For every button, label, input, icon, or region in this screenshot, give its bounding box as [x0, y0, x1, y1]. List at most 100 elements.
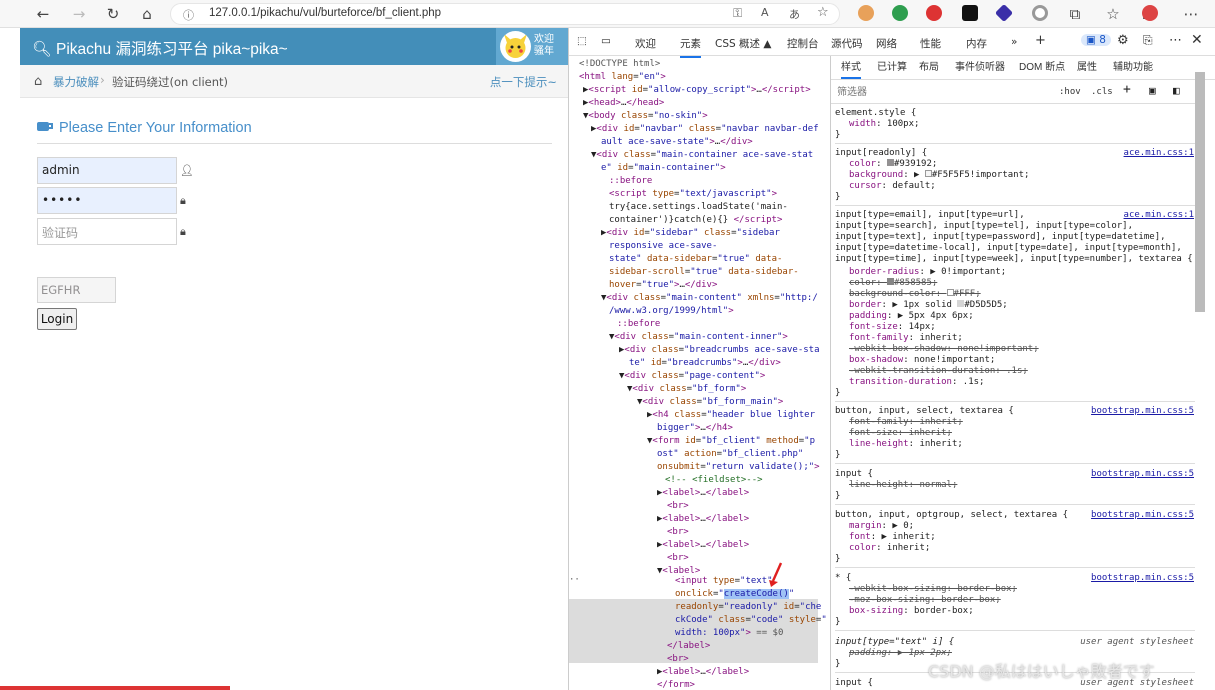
css-rule-text[interactable]: button, input, select, textarea { [835, 406, 1014, 417]
extensions-icon[interactable]: ⧉ [1064, 3, 1086, 25]
captcha-code-field[interactable]: EGFHR [37, 277, 116, 303]
tab-console[interactable]: 控制台 [787, 36, 819, 51]
css-rule-text[interactable]: } [835, 491, 840, 502]
dom-node[interactable]: bigger">…</h4> [657, 422, 733, 435]
source-link[interactable]: ace.min.css:1 [1124, 148, 1194, 159]
css-rule-text[interactable]: button, input, optgroup, select, textare… [835, 510, 1068, 521]
css-rule-text[interactable]: transition-duration: .1s; [849, 377, 984, 388]
add-rule-icon[interactable]: + [1123, 83, 1131, 96]
css-rule-text[interactable]: input[type=time], input[type=week], inpu… [835, 254, 1193, 265]
css-rule-text[interactable]: width: 100px; [849, 119, 919, 130]
dom-node[interactable]: ▶<head>…</head> [583, 97, 664, 110]
tab-performance[interactable]: 性能 [920, 36, 941, 51]
inspect-element-icon[interactable]: ⬚ [577, 35, 587, 47]
dom-node[interactable]: <br> [667, 500, 689, 513]
address-bar[interactable]: ⓘ 127.0.0.1/pikachu/vul/burteforce/bf_cl… [170, 3, 840, 25]
css-rule-text[interactable]: } [835, 130, 840, 141]
tab-dom-breakpoints[interactable]: DOM 断点 [1019, 62, 1065, 73]
settings-gear-icon[interactable]: ⚙ [1117, 33, 1129, 48]
dom-node[interactable]: responsive ace-save- [609, 240, 717, 253]
favorite-add-icon[interactable]: ☆ [817, 5, 829, 20]
back-icon[interactable]: ← [32, 3, 54, 25]
dom-node[interactable]: <html lang="en"> [579, 71, 666, 84]
css-rule-text[interactable]: line-height: inherit; [849, 439, 963, 450]
dom-node[interactable]: <script type="text/javascript"> [609, 188, 777, 201]
dom-node[interactable]: ▶<label>…</label> [657, 539, 749, 552]
css-rule-text[interactable]: } [835, 450, 840, 461]
dom-node[interactable]: ·· [569, 574, 580, 587]
tab-css-overview[interactable]: CSS 概述 ▲ [715, 36, 771, 51]
dom-node-selected[interactable]: ckCode" class="code" style=" [675, 614, 827, 627]
dom-node[interactable]: ▼<div class="main-content" xmlns="http:/ [601, 292, 818, 305]
dom-node[interactable]: ::before [617, 318, 660, 331]
tab-event-listeners[interactable]: 事件侦听器 [955, 62, 1005, 73]
tab-network[interactable]: 网络 [876, 36, 897, 51]
hov-toggle[interactable]: :hov [1059, 87, 1081, 98]
dom-node-selected[interactable]: readonly="readonly" id="che [675, 601, 821, 614]
profile-avatar[interactable] [1142, 5, 1158, 21]
css-rule-text[interactable]: border-radius: ▶ 0!important; [849, 267, 1006, 278]
dom-node[interactable]: ▶<script id="allow-copy_script">…</scrip… [583, 84, 811, 97]
dom-node[interactable]: <br> [667, 526, 689, 539]
dom-node-selected[interactable]: onclick="createCode()" [675, 588, 794, 601]
css-rule-text[interactable]: border: ▶ 1px solid #D5D5D5; [849, 300, 1008, 311]
dom-node[interactable]: <!DOCTYPE html> [579, 58, 660, 71]
tab-properties[interactable]: 属性 [1077, 62, 1097, 73]
css-rule-text[interactable]: } [835, 554, 840, 565]
dom-node[interactable]: <br> [667, 552, 689, 565]
css-rule-text[interactable]: background: ▶ #F5F5F5!important; [849, 170, 1029, 181]
dom-node[interactable]: ▼<div class="main-content-inner"> [609, 331, 788, 344]
css-rule-text[interactable]: color: #939192; [849, 159, 937, 170]
css-rule-text[interactable]: input[type=email], input[type=url], [835, 210, 1025, 221]
tab-computed[interactable]: 已计算 [877, 62, 907, 73]
dom-node[interactable]: ▼<div class="bf_form_main"> [637, 396, 783, 409]
dom-node[interactable]: container')}catch(e){} </script> [609, 214, 782, 227]
css-rule-text[interactable]: input { [835, 678, 873, 689]
source-link[interactable]: ace.min.css:1 [1124, 210, 1194, 221]
dom-node[interactable]: <br> [667, 653, 689, 666]
brand-title[interactable]: 🔍︎ Pikachu 漏洞练习平台 pika~pika~ [32, 37, 288, 59]
css-rule-text[interactable]: input[readonly] { [835, 148, 927, 159]
css-rule-text[interactable]: font-family: inherit; [849, 417, 963, 428]
tab-elements[interactable]: 元素 [680, 36, 701, 58]
key-icon[interactable]: ⚿ [733, 6, 742, 21]
cls-toggle[interactable]: .cls [1091, 87, 1113, 98]
dom-node[interactable]: ▶<label>…</label> [657, 487, 749, 500]
extension-adblock-icon[interactable] [926, 5, 942, 21]
css-rule-text[interactable]: input { [835, 469, 873, 480]
css-rule-text[interactable]: element.style { [835, 108, 916, 119]
home-icon[interactable]: ⌂ [136, 3, 158, 25]
css-rule-text[interactable]: } [835, 388, 840, 399]
css-rule-text[interactable]: } [835, 192, 840, 203]
css-rule-text[interactable]: cursor: default; [849, 181, 936, 192]
dom-node[interactable]: hover="true">…</div> [609, 279, 717, 292]
sidebar-toggle-icon[interactable]: ◧ [1173, 85, 1180, 96]
login-button[interactable]: Login [37, 308, 77, 330]
extension-diamond-icon[interactable] [994, 3, 1014, 23]
translate-icon[interactable]: あ [789, 6, 800, 22]
more-menu-icon[interactable]: ⋯ [1180, 3, 1202, 25]
more-tabs-icon[interactable]: » [1011, 36, 1017, 48]
dom-node[interactable]: ▶<label>…</label> [657, 666, 749, 679]
dom-node[interactable]: ▼<div class="main-container ace-save-sta… [591, 149, 813, 162]
dom-node[interactable]: ▼<form id="bf_client" method="p [647, 435, 815, 448]
dom-node-selected[interactable]: <input type="text" [675, 575, 773, 588]
dom-node[interactable]: sidebar-scroll="true" data-sidebar- [609, 266, 799, 279]
css-rule-text[interactable]: box-shadow: none!important; [849, 355, 995, 366]
css-rule-text[interactable]: line-height: normal; [849, 480, 957, 491]
dom-node[interactable]: ▼<div class="bf_form"> [627, 383, 746, 396]
dom-node[interactable]: ault ace-save-state">…</div> [601, 136, 753, 149]
breadcrumb-link-bruteforce[interactable]: 暴力破解 [53, 74, 99, 90]
dom-node[interactable]: e" id="main-container"> [601, 162, 726, 175]
styles-pane[interactable]: 样式 已计算 布局 事件侦听器 DOM 断点 属性 辅助功能 筛选器 :hov … [831, 56, 1215, 690]
forward-icon[interactable]: → [68, 3, 90, 25]
hint-link[interactable]: 点一下提示~ [490, 74, 557, 90]
extension-cookie-icon[interactable] [858, 5, 874, 21]
dom-node[interactable]: try{ace.settings.loadState('main- [609, 201, 788, 214]
dom-node[interactable]: state" data-sidebar="true" data- [609, 253, 782, 266]
dom-node-selected[interactable]: width: 100px"> == $0 [675, 627, 783, 640]
info-icon[interactable]: ⓘ [183, 7, 194, 23]
dom-node[interactable]: ▶<label>…</label> [657, 513, 749, 526]
dom-node[interactable]: ▼<body class="no-skin"> [583, 110, 708, 123]
tab-accessibility[interactable]: 辅助功能 [1113, 62, 1153, 73]
